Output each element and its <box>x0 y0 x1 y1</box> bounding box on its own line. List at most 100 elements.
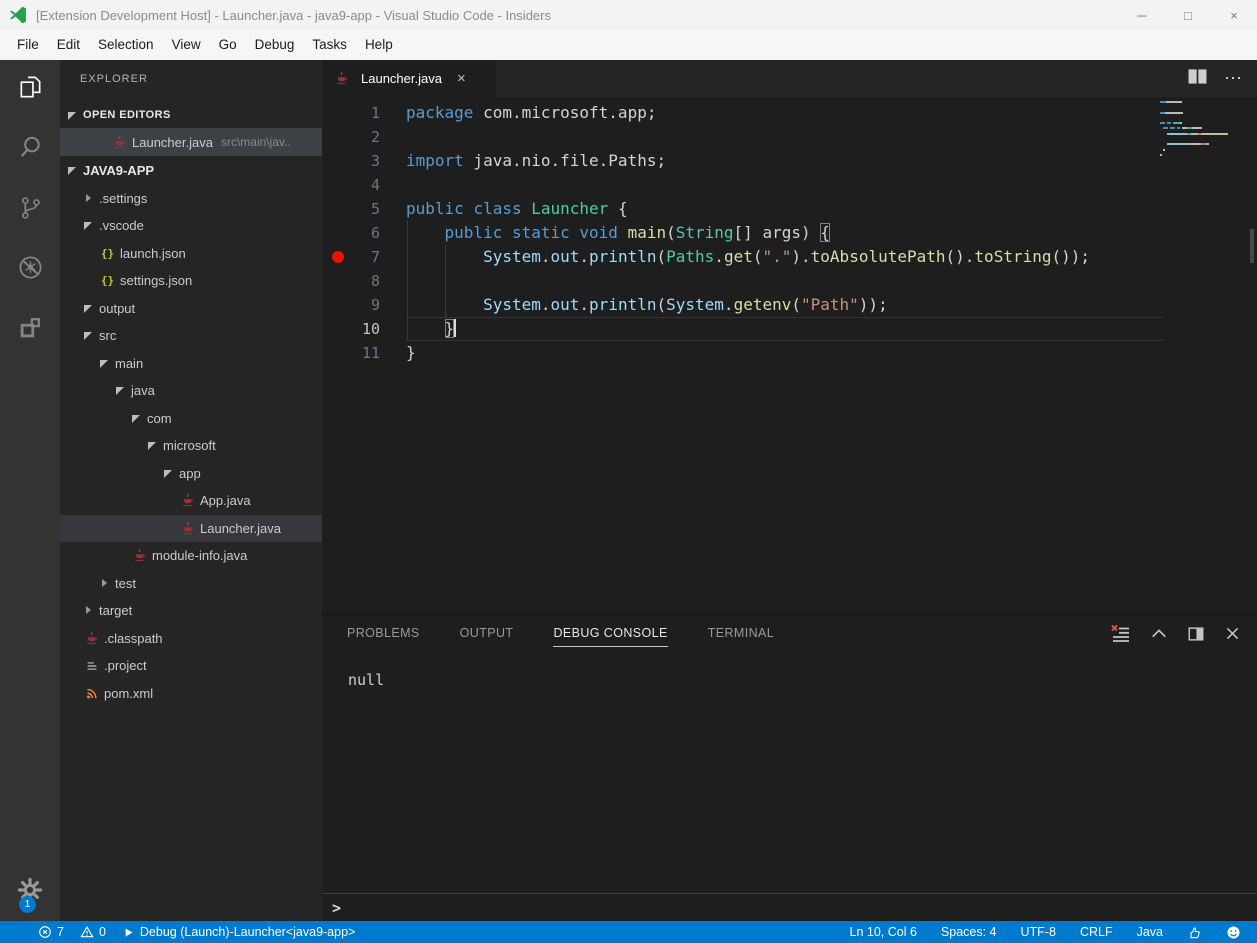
twisty-collapsed-icon[interactable] <box>84 606 93 615</box>
status-encoding[interactable]: UTF-8 <box>1021 925 1056 939</box>
code-line-8[interactable]: 8 <box>322 269 1163 293</box>
gutter-line-7[interactable]: 7 <box>322 245 406 269</box>
tree-item-app-java[interactable]: App.java <box>60 487 322 515</box>
tree-item-settings[interactable]: .settings <box>60 185 322 213</box>
status-indentation[interactable]: Spaces: 4 <box>941 925 997 939</box>
close-panel-icon[interactable] <box>1224 625 1241 647</box>
code-line-1[interactable]: 1package com.microsoft.app; <box>322 101 1163 125</box>
panel-tab-problems[interactable]: PROBLEMS <box>347 626 420 646</box>
activitybar-search[interactable] <box>0 120 60 180</box>
gutter-line-2[interactable]: 2 <box>322 125 406 149</box>
window-close-button[interactable]: × <box>1211 0 1257 30</box>
code-line-4[interactable]: 4 <box>322 173 1163 197</box>
code-line-11[interactable]: 11} <box>322 341 1163 365</box>
status-warnings[interactable]: 0 <box>80 925 106 939</box>
tree-item-java[interactable]: java <box>60 377 322 405</box>
more-actions-icon[interactable]: ⋯ <box>1224 68 1243 89</box>
twisty-expanded-icon[interactable] <box>84 221 93 230</box>
twisty-expanded-icon[interactable] <box>84 331 93 340</box>
tree-item-pom-xml[interactable]: pom.xml <box>60 680 322 708</box>
twisty-collapsed-icon[interactable] <box>84 194 93 203</box>
status-debug-target[interactable]: Debug (Launch)-Launcher<java9-app> <box>122 925 355 939</box>
gutter-line-1[interactable]: 1 <box>322 101 406 125</box>
debug-repl-input[interactable]: > <box>322 893 1257 922</box>
open-editor-item-launcher-java[interactable]: Launcher.javasrc\main\jav.. <box>60 128 322 156</box>
tree-item-output[interactable]: output <box>60 295 322 323</box>
tree-item-test[interactable]: test <box>60 570 322 598</box>
gutter-line-4[interactable]: 4 <box>322 173 406 197</box>
menu-tasks[interactable]: Tasks <box>303 30 356 60</box>
window-minimize-button[interactable]: ─ <box>1119 0 1165 30</box>
activitybar-extensions[interactable] <box>0 300 60 360</box>
menu-edit[interactable]: Edit <box>48 30 89 60</box>
menu-go[interactable]: Go <box>210 30 246 60</box>
gutter-line-6[interactable]: 6 <box>322 221 406 245</box>
status-errors[interactable]: 7 <box>38 925 64 939</box>
tree-item-microsoft[interactable]: microsoft <box>60 432 322 460</box>
activitybar-explorer[interactable] <box>0 60 60 120</box>
twisty-expanded-icon[interactable] <box>84 304 93 313</box>
gutter-line-11[interactable]: 11 <box>322 341 406 365</box>
split-editor-icon[interactable] <box>1187 68 1208 90</box>
gutter-line-8[interactable]: 8 <box>322 269 406 293</box>
tree-item-app[interactable]: app <box>60 460 322 488</box>
activitybar-settings[interactable]: 1 <box>0 876 60 909</box>
twisty-expanded-icon[interactable] <box>100 359 109 368</box>
tab-launcher-java[interactable]: Launcher.java × <box>322 60 496 97</box>
tree-item-launch-json[interactable]: {}launch.json <box>60 240 322 268</box>
tree-item-module-info-java[interactable]: module-info.java <box>60 542 322 570</box>
status-feedback-smiley[interactable] <box>1226 925 1241 940</box>
menu-help[interactable]: Help <box>356 30 402 60</box>
menu-debug[interactable]: Debug <box>246 30 304 60</box>
code-line-2[interactable]: 2 <box>322 125 1163 149</box>
tree-item-settings-json[interactable]: {}settings.json <box>60 267 322 295</box>
clear-console-icon[interactable] <box>1111 624 1131 649</box>
gutter-line-10[interactable]: 10 <box>322 317 406 341</box>
panel-tab-output[interactable]: OUTPUT <box>460 626 514 646</box>
status-cursor-position[interactable]: Ln 10, Col 6 <box>850 925 917 939</box>
activitybar-source-control[interactable] <box>0 180 60 240</box>
tree-item-project[interactable]: .project <box>60 652 322 680</box>
maximize-panel-icon[interactable] <box>1150 625 1168 648</box>
menu-view[interactable]: View <box>163 30 210 60</box>
panel-layout-icon[interactable] <box>1187 625 1205 648</box>
code-line-6[interactable]: 6 public static void main(String[] args)… <box>322 221 1163 245</box>
twisty-expanded-icon[interactable] <box>148 441 157 450</box>
twisty-expanded-icon[interactable] <box>164 469 173 478</box>
window-maximize-button[interactable]: □ <box>1165 0 1211 30</box>
gutter-line-3[interactable]: 3 <box>322 149 406 173</box>
panel-tab-terminal[interactable]: TERMINAL <box>708 626 774 646</box>
code-line-5[interactable]: 5public class Launcher { <box>322 197 1163 221</box>
tree-item-launcher-java[interactable]: Launcher.java <box>60 515 322 543</box>
tree-item-vscode[interactable]: .vscode <box>60 212 322 240</box>
editor-scrollbar[interactable] <box>1250 229 1254 263</box>
tree-item-com[interactable]: com <box>60 405 322 433</box>
code-editor[interactable]: 1package com.microsoft.app;23import java… <box>322 97 1257 614</box>
tree-item-classpath[interactable]: .classpath <box>60 625 322 653</box>
twisty-expanded-icon[interactable] <box>68 166 77 175</box>
status-feedback-thumb[interactable] <box>1187 925 1202 940</box>
status-language-mode[interactable]: Java <box>1137 925 1163 939</box>
tree-item-target[interactable]: target <box>60 597 322 625</box>
code-line-3[interactable]: 3import java.nio.file.Paths; <box>322 149 1163 173</box>
code-line-9[interactable]: 9 System.out.println(System.getenv("Path… <box>322 293 1163 317</box>
gutter-line-9[interactable]: 9 <box>322 293 406 317</box>
twisty-expanded-icon[interactable] <box>116 386 125 395</box>
menu-selection[interactable]: Selection <box>89 30 163 60</box>
code-line-10[interactable]: 10 } <box>322 317 1163 341</box>
code-line-7[interactable]: 7 System.out.println(Paths.get(".").toAb… <box>322 245 1163 269</box>
status-eol[interactable]: CRLF <box>1080 925 1113 939</box>
gutter-line-5[interactable]: 5 <box>322 197 406 221</box>
tree-item-main[interactable]: main <box>60 350 322 378</box>
breakpoint-icon[interactable] <box>332 251 344 263</box>
twisty-expanded-icon[interactable] <box>132 414 141 423</box>
close-tab-icon[interactable]: × <box>457 70 466 87</box>
tree-item-java9-app[interactable]: JAVA9-APP <box>60 157 322 185</box>
tree-item-src[interactable]: src <box>60 322 322 350</box>
menu-file[interactable]: File <box>8 30 48 60</box>
twisty-collapsed-icon[interactable] <box>100 579 109 588</box>
activitybar-debug[interactable] <box>0 240 60 300</box>
minimap[interactable] <box>1160 101 1245 159</box>
panel-tab-debug-console[interactable]: DEBUG CONSOLE <box>553 626 667 647</box>
open-editors-header[interactable]: OPEN EDITORS <box>60 102 322 128</box>
